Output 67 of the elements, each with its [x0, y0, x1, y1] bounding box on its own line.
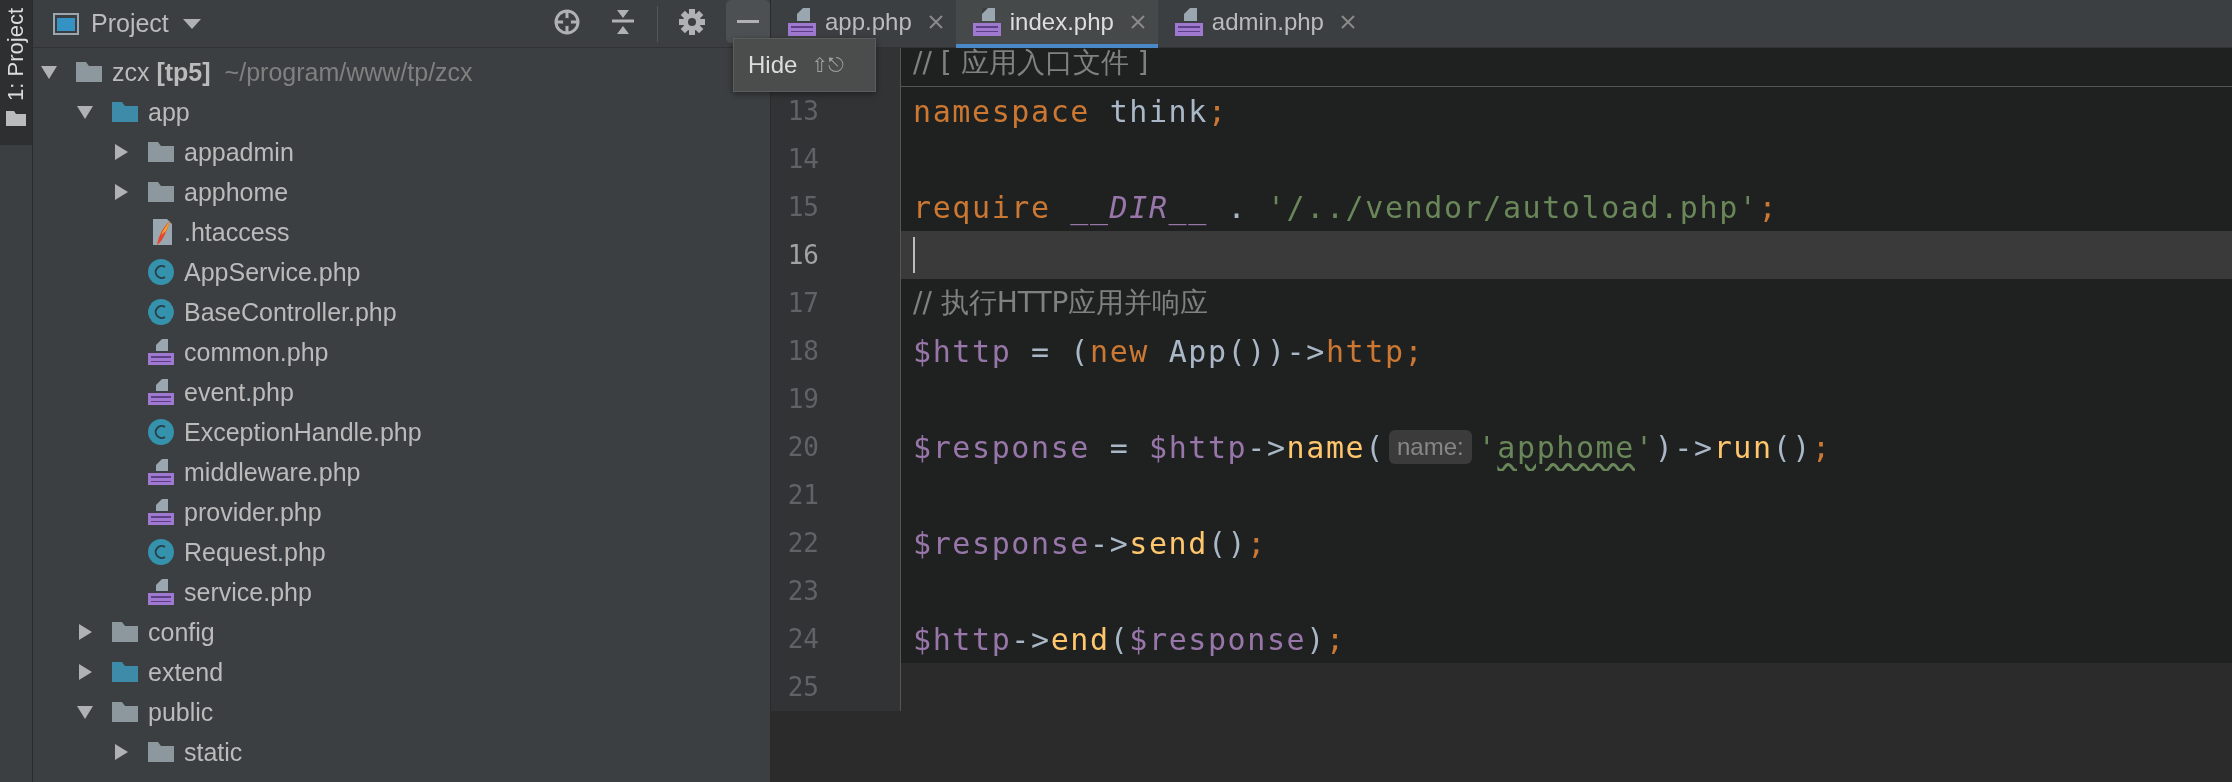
tooltip-text: Hide — [748, 51, 798, 79]
tree-item[interactable]: config — [148, 617, 215, 647]
abstract-class-icon — [147, 298, 175, 326]
parameter-hint: name: — [1388, 430, 1472, 464]
folder-icon — [5, 108, 27, 127]
expanded-arrow-icon[interactable] — [41, 64, 57, 80]
php-file-icon — [787, 7, 817, 37]
tree-item[interactable]: ExceptionHandle.php — [184, 417, 422, 447]
class-icon — [147, 258, 175, 286]
tree-item[interactable]: common.php — [184, 337, 329, 367]
project-path: ~/program/www/tp/zcx — [224, 57, 473, 87]
php-file-icon — [1173, 7, 1204, 37]
text-caret — [913, 237, 915, 273]
tree-item[interactable]: apphome — [184, 177, 289, 207]
collapsed-arrow-icon[interactable] — [113, 744, 129, 760]
minimize-icon — [737, 20, 759, 23]
collapsed-arrow-icon[interactable] — [113, 144, 129, 160]
close-icon — [1339, 14, 1356, 30]
shortcut-text: ⇧⎋ — [811, 53, 845, 77]
code-text: $response->send(); — [913, 525, 1267, 561]
panel-title[interactable]: Project — [91, 9, 169, 38]
dropdown-caret-icon — [180, 16, 203, 31]
tree-item[interactable]: .htaccess — [184, 217, 290, 247]
tree-item[interactable]: appadmin — [184, 137, 294, 167]
code-text: // [ 应用入口文件 ] — [913, 48, 1149, 81]
code-text: $http = (new App())->http; — [913, 333, 1425, 369]
tree-item[interactable]: middleware.php — [184, 457, 361, 487]
php-file-icon — [147, 498, 175, 526]
tree-item[interactable]: BaseController.php — [184, 297, 397, 327]
class-icon — [147, 418, 175, 446]
collapse-all-icon — [609, 7, 637, 36]
php-file-icon — [147, 378, 175, 406]
tree-item[interactable]: AppService.php — [184, 257, 361, 287]
collapsed-arrow-icon[interactable] — [77, 624, 93, 640]
project-tool-tab[interactable]: 1: Project — [0, 0, 32, 145]
tree-item[interactable]: service.php — [184, 577, 312, 607]
editor-tab[interactable]: admin.php — [1157, 0, 1368, 48]
settings-icon — [678, 7, 706, 36]
tree-item[interactable]: event.php — [184, 377, 294, 407]
code-text: namespace think; — [913, 93, 1228, 129]
expanded-arrow-icon[interactable] — [77, 704, 93, 720]
php-file-icon — [147, 578, 175, 606]
line-number: 16 — [786, 240, 819, 270]
tree-item[interactable]: public — [148, 697, 214, 727]
collapsed-arrow-icon[interactable] — [113, 184, 129, 200]
php-file-icon — [971, 7, 1002, 37]
crosshair-icon — [553, 7, 581, 36]
code-text: $http->end($response); — [913, 621, 1346, 657]
php-file-icon — [147, 338, 175, 366]
php-file-icon — [147, 458, 175, 486]
tree-item[interactable]: Request.php — [184, 537, 326, 567]
close-icon — [1129, 14, 1146, 30]
code-text: // 执行HTTP应用并响应 — [913, 285, 1209, 321]
code-text: $response = $http->name( — [913, 429, 1385, 465]
class-icon — [147, 538, 175, 566]
tree-item[interactable]: extend — [148, 657, 224, 687]
editor-tab[interactable]: index.php — [955, 0, 1158, 48]
expanded-arrow-icon[interactable] — [77, 104, 93, 120]
code-text: 'apphome')->run(); — [1477, 429, 1832, 465]
code-text: require __DIR__ . '/../vendor/autoload.php'; — [913, 189, 1779, 225]
tree-item[interactable]: app — [148, 97, 190, 127]
tree-item[interactable]: zcx [tp5] — [112, 57, 211, 87]
close-icon — [927, 14, 944, 30]
collapsed-arrow-icon[interactable] — [77, 664, 93, 680]
tree-item[interactable]: static — [184, 737, 243, 767]
tree-item[interactable]: provider.php — [184, 497, 322, 527]
panel-icon — [53, 12, 79, 35]
